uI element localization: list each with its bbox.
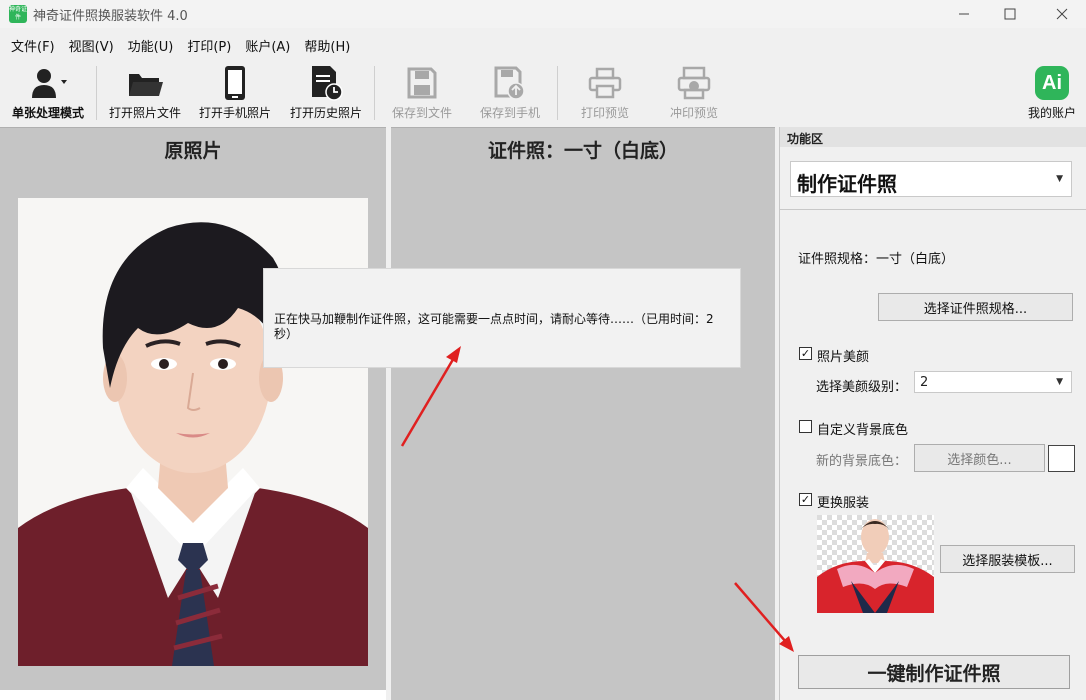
toolbar-separator: [374, 66, 375, 120]
app-icon-text: 神奇证件: [9, 6, 28, 21]
loading-message: 正在快马加鞭制作证件照，这可能需要一点点时间，请耐心等待……（已用时间：2 秒）: [274, 312, 714, 341]
open-phone-button[interactable]: 打开手机照片: [194, 64, 276, 124]
develop-preview-button[interactable]: 冲印预览: [656, 64, 732, 124]
panel-divider: [780, 209, 1086, 210]
menu-account[interactable]: 账户(A): [238, 30, 297, 58]
app-window: 神奇证件 神奇证件照换服装软件 4.0 文件(F) 视图(V) 功能(U) 打印…: [0, 0, 1086, 700]
bg-color-swatch[interactable]: [1048, 445, 1075, 472]
toolbar-separator: [557, 66, 558, 120]
develop-preview-label: 冲印预览: [669, 106, 718, 120]
print-preview-label: 打印预览: [580, 106, 629, 120]
menu-bar: 文件(F) 视图(V) 功能(U) 打印(P) 账户(A) 帮助(H): [0, 30, 1086, 58]
function-panel: 功能区 制作证件照 ▼ 证件照规格：一寸（白底） 选择证件照规格... ✓ 照片…: [779, 127, 1086, 700]
ai-badge-text: Ai: [1042, 71, 1062, 94]
save-phone-button[interactable]: 保存到手机: [472, 64, 548, 124]
user-icon: [32, 69, 67, 98]
beauty-level-select[interactable]: 2 ▼: [914, 371, 1072, 393]
open-photo-button[interactable]: 打开照片文件: [104, 64, 186, 124]
menu-help[interactable]: 帮助(H): [297, 30, 357, 58]
close-button[interactable]: [1040, 2, 1084, 26]
beauty-level-label: 选择美颜级别：: [816, 380, 908, 395]
maximize-button[interactable]: [988, 2, 1032, 26]
chevron-down-icon: ▼: [1056, 377, 1063, 387]
spec-label: 证件照规格：一寸（白底）: [798, 252, 955, 267]
window-title: 神奇证件照换服装软件 4.0: [33, 9, 188, 24]
photo-develop-icon: [677, 66, 711, 100]
my-account-button[interactable]: Ai 我的账户: [1020, 64, 1084, 124]
toolbar-separator: [96, 66, 97, 120]
choose-clothes-button[interactable]: 选择服装模板...: [940, 545, 1075, 573]
left-bottom-strip: [0, 690, 386, 700]
print-preview-button[interactable]: 打印预览: [570, 64, 640, 124]
loading-dialog: 正在快马加鞭制作证件照，这可能需要一点点时间，请耐心等待……（已用时间：2 秒）: [263, 268, 741, 368]
choose-color-button[interactable]: 选择颜色...: [914, 444, 1045, 472]
my-account-label: 我的账户: [1027, 106, 1076, 120]
ai-account-icon: Ai: [1035, 66, 1069, 100]
beauty-label: 照片美颜: [817, 350, 870, 365]
id-photo-panel: 证件照：一寸（白底）: [391, 127, 775, 700]
change-clothes-label: 更换服装: [817, 496, 870, 511]
id-photo-title: 证件照：一寸（白底）: [487, 140, 678, 162]
custom-bg-label: 自定义背景底色: [817, 423, 909, 438]
mode-select[interactable]: 制作证件照 ▼: [790, 161, 1072, 197]
open-history-button[interactable]: 打开历史照片: [284, 64, 368, 124]
app-icon: 神奇证件: [9, 5, 27, 23]
open-phone-label: 打开手机照片: [198, 106, 271, 120]
clothes-template-thumbnail[interactable]: [817, 515, 934, 613]
single-mode-label: 单张处理模式: [11, 106, 84, 120]
title-bar: 神奇证件 神奇证件照换服装软件 4.0: [0, 0, 1086, 28]
save-icon: [407, 67, 437, 99]
save-file-button[interactable]: 保存到文件: [384, 64, 460, 124]
maximize-icon: [1004, 8, 1016, 20]
open-history-label: 打开历史照片: [289, 106, 362, 120]
printer-icon: [588, 67, 622, 99]
save-to-phone-icon: [494, 66, 525, 100]
mode-select-value: 制作证件照: [797, 172, 897, 196]
change-clothes-checkbox[interactable]: ✓: [799, 493, 812, 506]
original-photo-title: 原照片: [164, 140, 222, 162]
folder-icon: [129, 74, 163, 96]
menu-print[interactable]: 打印(P): [180, 30, 238, 58]
beauty-checkbox[interactable]: ✓: [799, 347, 812, 360]
menu-file[interactable]: 文件(F): [4, 30, 62, 58]
close-icon: [1056, 8, 1068, 20]
make-id-photo-button[interactable]: 一键制作证件照: [798, 655, 1070, 689]
menu-view[interactable]: 视图(V): [62, 30, 121, 58]
chevron-down-icon: ▼: [1056, 174, 1063, 184]
single-mode-button[interactable]: 单张处理模式: [6, 64, 90, 124]
gown-image: [817, 515, 934, 613]
open-photo-label: 打开照片文件: [108, 106, 181, 120]
new-bg-label: 新的背景底色：: [816, 454, 908, 469]
save-phone-label: 保存到手机: [479, 106, 540, 120]
choose-spec-button[interactable]: 选择证件照规格...: [878, 293, 1073, 321]
menu-function[interactable]: 功能(U): [121, 30, 181, 58]
history-icon: [312, 66, 343, 101]
toolbar: 单张处理模式 打开照片文件 打开手机照片 打开历史照片 保存到文件 保存到手机 …: [0, 58, 1086, 126]
beauty-level-value: 2: [920, 375, 929, 390]
minimize-icon: [959, 13, 969, 15]
phone-icon: [225, 66, 245, 100]
save-file-label: 保存到文件: [391, 106, 452, 120]
function-panel-header: 功能区: [780, 127, 1086, 147]
original-photo-panel: 原照片: [0, 127, 386, 700]
minimize-button[interactable]: [942, 2, 986, 26]
custom-bg-checkbox[interactable]: [799, 420, 812, 433]
